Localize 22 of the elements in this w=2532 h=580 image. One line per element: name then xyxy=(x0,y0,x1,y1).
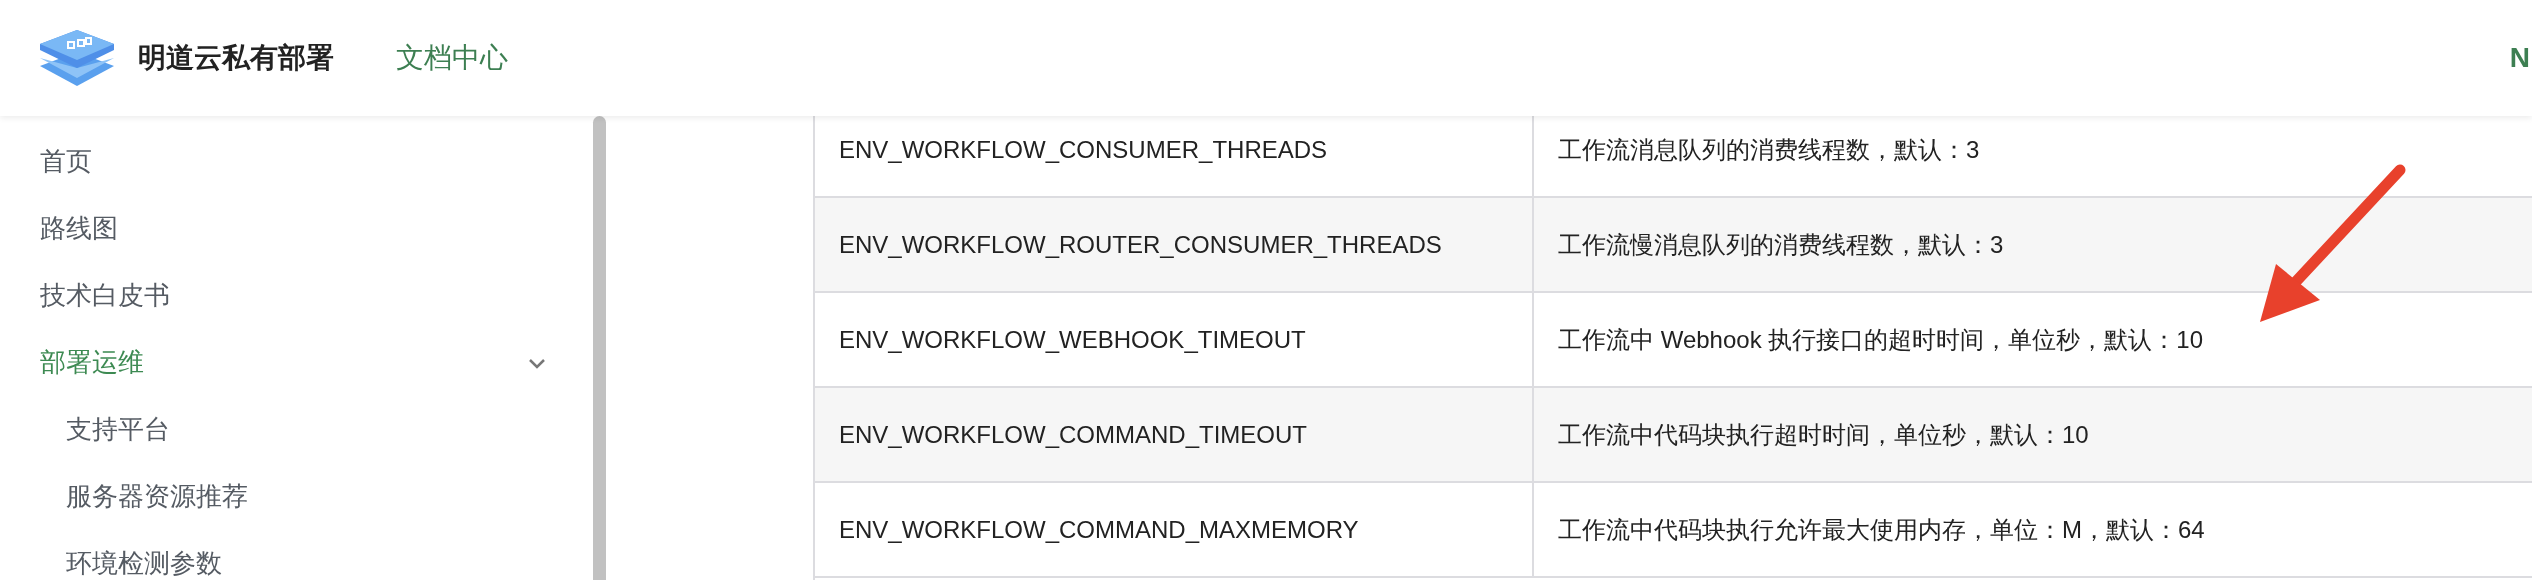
site-title: 明道云私有部署 xyxy=(138,41,334,75)
sidebar-item[interactable]: 服务器资源推荐 xyxy=(0,463,593,530)
nav-link[interactable]: N xyxy=(2509,37,2530,79)
table-cell: ENV_WORKFLOW_ROUTER_CONSUMER_THREADS xyxy=(815,198,1534,291)
table-cell-text: 工作流中代码块执行允许最大使用内存，单位：M，默认：64 xyxy=(1558,514,2205,545)
sidebar-item[interactable]: 支持平台 xyxy=(0,396,593,463)
sidebar-group[interactable]: 部署运维 xyxy=(0,329,593,396)
sidebar-item[interactable]: 首页 xyxy=(0,128,593,195)
table-cell: ENV_WORKFLOW_COMMAND_TIMEOUT xyxy=(815,388,1534,481)
nav-link[interactable]: 文档中心 xyxy=(396,37,508,79)
sidebar-item[interactable]: 路线图 xyxy=(0,195,593,262)
logo-icon xyxy=(40,30,114,86)
scrollbar[interactable] xyxy=(593,116,606,580)
table-cell: ENV_WORKFLOW_COMMAND_MAXMEMORY xyxy=(815,483,1534,576)
table-cell-text: 工作流慢消息队列的消费线程数，默认：3 xyxy=(1558,229,2004,260)
table-cell-text: 工作流消息队列的消费线程数，默认：3 xyxy=(1558,134,1980,165)
table-cell: ENV_WORKFLOW_WEBHOOK_TIMEOUT xyxy=(815,293,1534,386)
table-cell-text: 工作流中 Webhook 执行接口的超时时间，单位秒，默认：10 xyxy=(1558,324,2203,355)
sidebar-item[interactable]: 环境检测参数 xyxy=(0,530,593,580)
table-cell: ENV_WORKFLOW_CONSUMER_THREADS xyxy=(815,116,1534,196)
sidebar-item[interactable]: 技术白皮书 xyxy=(0,262,593,329)
table-cell-text: 工作流中代码块执行超时时间，单位秒，默认：10 xyxy=(1558,419,2089,450)
